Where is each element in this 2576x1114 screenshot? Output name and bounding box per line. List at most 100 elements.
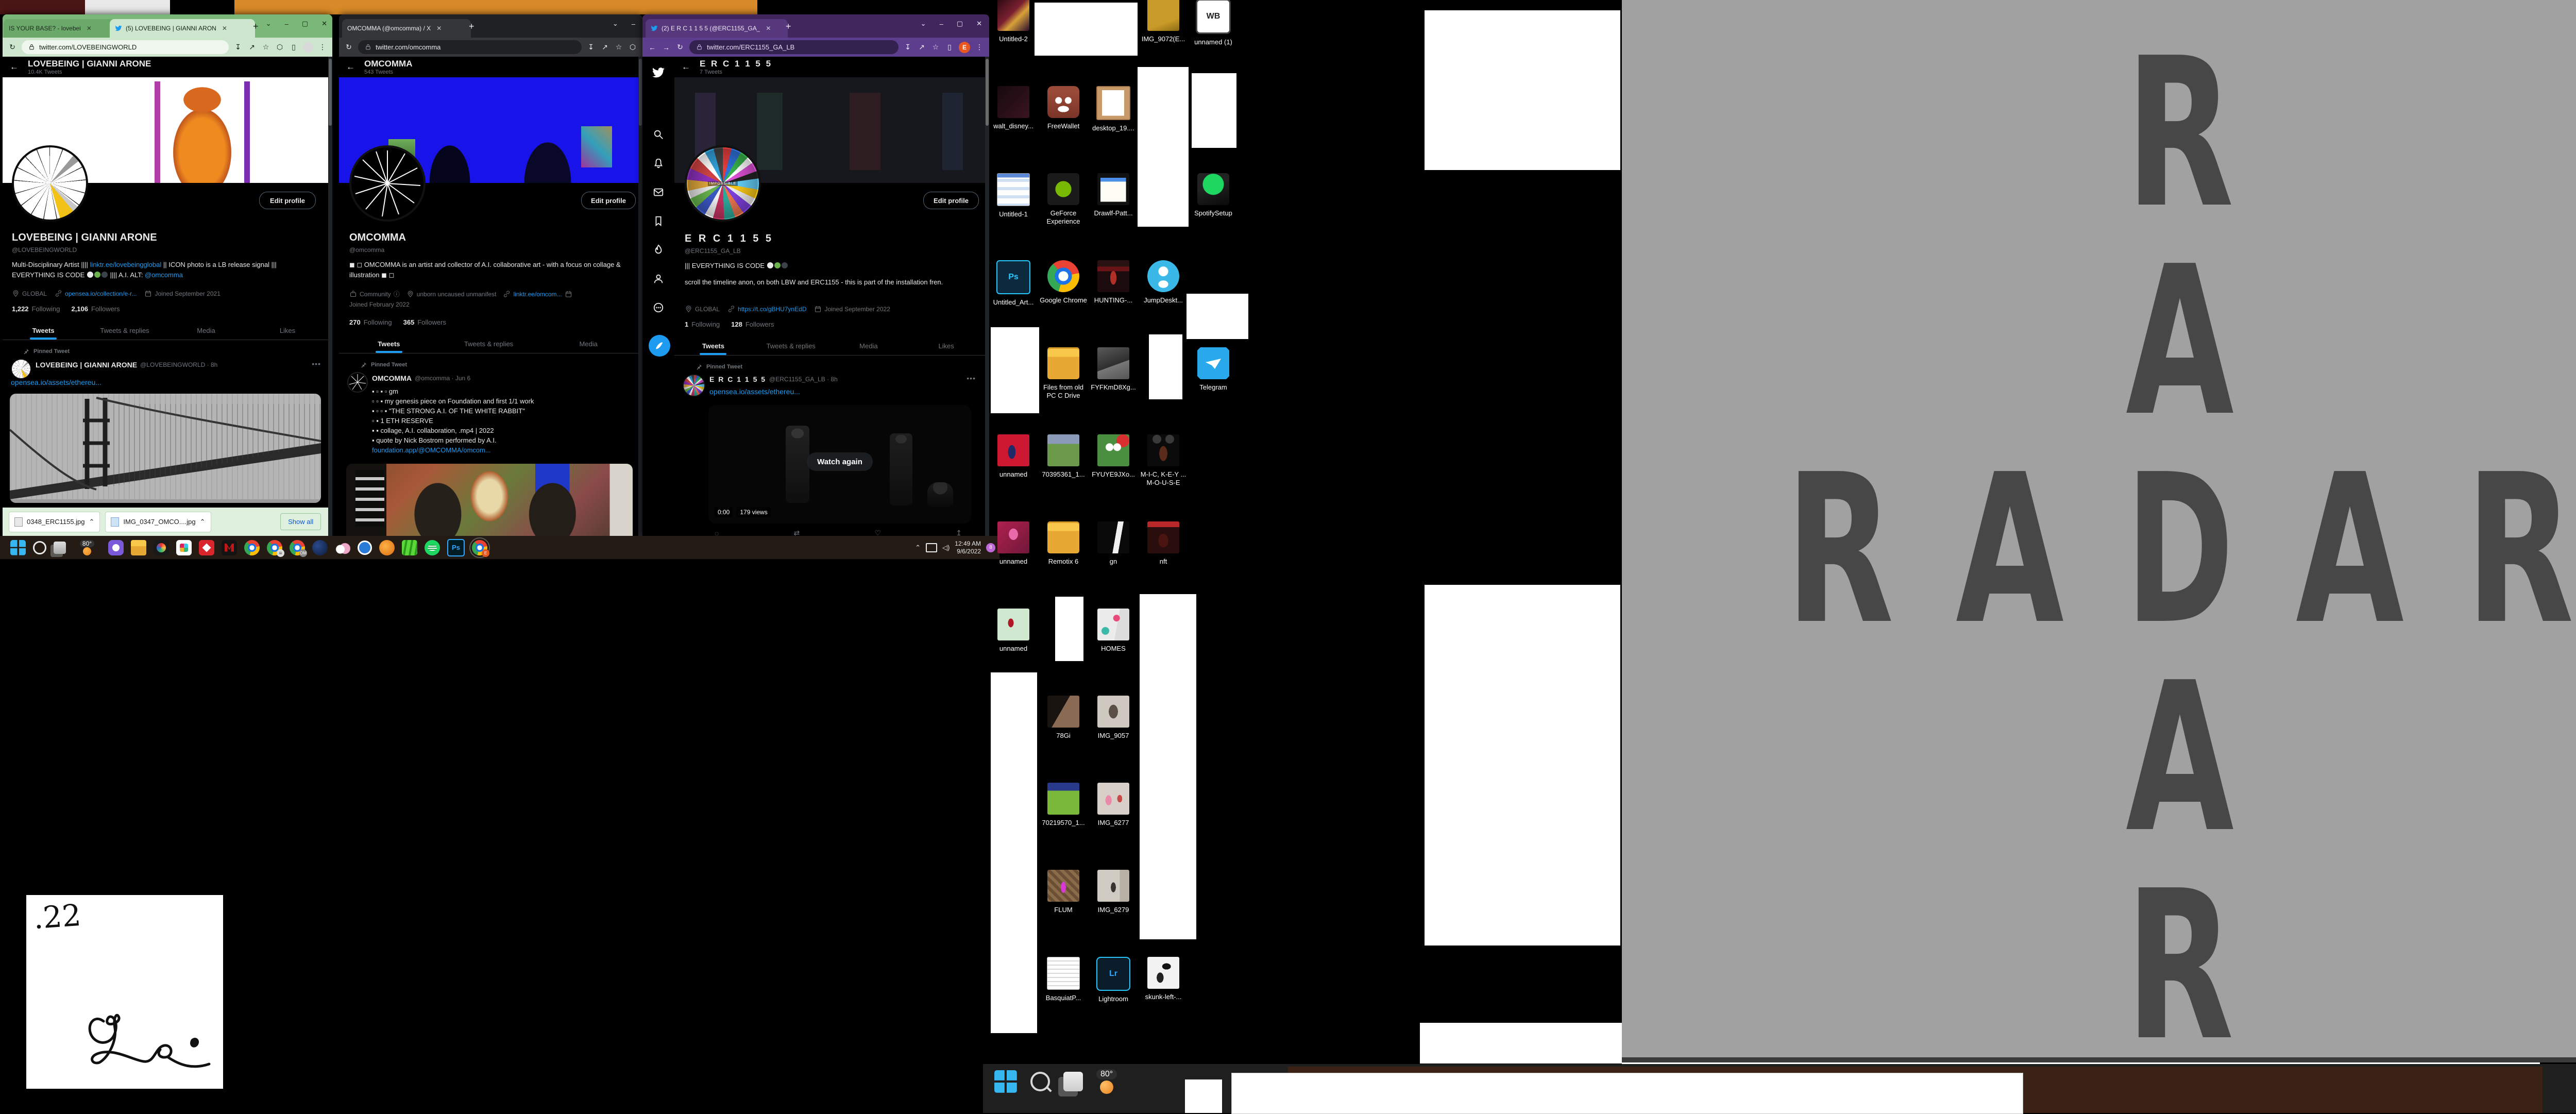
website-link[interactable]: opensea.io/collection/e-r...: [65, 290, 137, 297]
tweet-image-collage[interactable]: [346, 464, 633, 536]
desktop-icon[interactable]: unnamed: [989, 609, 1038, 653]
desktop-icon[interactable]: unnamed: [989, 521, 1038, 566]
tweet-more-icon[interactable]: •••: [312, 360, 321, 368]
tab-active[interactable]: (5) LOVEBEING | GIANNI ARON ✕: [110, 19, 255, 38]
desktop-icon[interactable]: HUNTING-...: [1089, 260, 1138, 305]
close-button[interactable]: ✕: [321, 20, 327, 28]
desktop-icon[interactable]: Files from old PC C Drive: [1039, 347, 1088, 400]
desktop-icon[interactable]: 70395361_1...: [1039, 434, 1088, 479]
tab-close-icon[interactable]: ✕: [87, 25, 92, 32]
desktop-icon[interactable]: 78Gi: [1039, 696, 1088, 740]
info-icon[interactable]: ⓘ: [394, 290, 400, 298]
back-arrow-icon[interactable]: ←: [346, 62, 355, 72]
tab-media[interactable]: Media: [165, 322, 247, 340]
address-bar[interactable]: twitter.com/ERC1155_GA_LB: [689, 40, 899, 54]
lime-app-icon[interactable]: [402, 540, 417, 555]
tab-search-chevron-icon[interactable]: ⌄: [921, 20, 926, 28]
sidebar-icon[interactable]: ▯: [289, 43, 298, 52]
edit-profile-button[interactable]: Edit profile: [923, 192, 979, 209]
chat-app-icon[interactable]: [108, 540, 124, 555]
tab-tweets-replies[interactable]: Tweets & replies: [84, 322, 165, 340]
website-link[interactable]: linktr.ee/omcom...: [513, 291, 562, 298]
desktop-icon[interactable]: LrLightroom: [1089, 957, 1138, 1003]
menu-kebab-icon[interactable]: ⋮: [318, 43, 327, 52]
desktop-icon[interactable]: unnamed: [989, 434, 1038, 479]
desktop-icon[interactable]: IMG_9057: [1089, 696, 1138, 740]
start-button[interactable]: [994, 1070, 1017, 1093]
more-circle-icon[interactable]: [653, 302, 664, 313]
following-label[interactable]: Following: [364, 318, 392, 326]
slack-icon[interactable]: [176, 540, 192, 555]
tweet-link[interactable]: opensea.io/assets/ethereu...: [11, 378, 101, 386]
extensions-puzzle-icon[interactable]: ⬡: [275, 43, 284, 52]
desktop-icon[interactable]: Remotix 6: [1039, 521, 1088, 566]
file-explorer-icon[interactable]: [131, 540, 146, 555]
tab-tweets[interactable]: Tweets: [674, 337, 752, 355]
tab-search-chevron-icon[interactable]: ⌄: [613, 20, 618, 28]
tab-active[interactable]: (2) E R C 1 1 5 5 (@ERC1155_GA_ ✕: [646, 19, 788, 38]
search-icon[interactable]: [1030, 1072, 1050, 1091]
desktop-icon[interactable]: nft: [1139, 521, 1188, 566]
following-count[interactable]: 1,222: [12, 305, 29, 313]
taskbar-white-overlay-window[interactable]: [1231, 1073, 2023, 1114]
close-button[interactable]: ✕: [976, 20, 982, 28]
search-icon[interactable]: [33, 541, 46, 554]
bookmark-star-icon[interactable]: ☆: [614, 43, 623, 52]
desktop-icon[interactable]: FreeWallet: [1039, 86, 1088, 130]
followers-count[interactable]: 365: [403, 318, 415, 326]
desktop-icon[interactable]: WBunnamed (1): [1189, 0, 1238, 46]
profile-person-icon[interactable]: [653, 273, 664, 284]
tweet-link[interactable]: opensea.io/assets/ethereu...: [709, 387, 800, 396]
new-tab-button[interactable]: +: [786, 22, 791, 31]
desktop-icon[interactable]: desktop_19....: [1089, 86, 1138, 132]
weather-widget[interactable]: 80°: [73, 540, 101, 555]
following-label[interactable]: Following: [32, 305, 60, 313]
inner-clock[interactable]: 12:49 AM 9/6/2022: [955, 540, 981, 555]
show-all-button[interactable]: Show all: [280, 513, 321, 530]
desktop-icon[interactable]: M-I-C, K-E-Y ... M-O-U-S-E: [1139, 434, 1188, 487]
desktop-icon[interactable]: Telegram: [1189, 347, 1238, 392]
tweet-more-icon[interactable]: •••: [967, 374, 976, 382]
desktop-icon[interactable]: Drawlf-Patt...: [1089, 173, 1138, 217]
red-diamond-app-icon[interactable]: [199, 540, 214, 555]
desktop-icon[interactable]: gn: [1089, 521, 1138, 566]
bio-mention-link[interactable]: @omcomma: [145, 271, 183, 279]
desktop-icon[interactable]: FYFKmD8Xg...: [1089, 347, 1138, 392]
tab-close-icon[interactable]: ✕: [222, 25, 227, 32]
address-bar[interactable]: twitter.com/omcomma: [358, 40, 582, 54]
bookmarks-icon[interactable]: [653, 215, 664, 227]
tab-likes[interactable]: Likes: [907, 337, 985, 355]
tab-media[interactable]: Media: [538, 335, 638, 353]
tweet-avatar[interactable]: [11, 359, 31, 379]
desktop-icon[interactable]: FYUYE9JXo...: [1089, 434, 1138, 479]
tweet-avatar[interactable]: [347, 372, 368, 393]
desktop-icon[interactable]: GeForce Experience: [1039, 173, 1088, 226]
photoshop-icon[interactable]: Ps: [447, 539, 465, 556]
twitter-bird-icon[interactable]: [652, 66, 665, 79]
reload-icon[interactable]: ↻: [675, 43, 685, 52]
background-window-tab[interactable]: [0, 0, 85, 14]
desktop-icon[interactable]: FLUM: [1039, 870, 1088, 914]
desktop-icon[interactable]: IMG_6277: [1089, 783, 1138, 827]
compose-tweet-button[interactable]: [649, 335, 670, 357]
tab-media[interactable]: Media: [830, 337, 908, 355]
tweet-link[interactable]: foundation.app/@OMCOMMA/omcom...: [372, 445, 630, 455]
desktop-icon[interactable]: SpotifySetup: [1189, 173, 1238, 217]
bookmark-star-icon[interactable]: ☆: [931, 43, 940, 52]
shield-m-app-icon[interactable]: [222, 540, 237, 555]
profile-avatar[interactable]: E: [959, 42, 970, 53]
desktop-icon[interactable]: Google Chrome: [1039, 260, 1088, 305]
scrollbar-thumb[interactable]: [639, 59, 642, 126]
taskbar-white-tile[interactable]: [1185, 1079, 1222, 1113]
browser-circle-icon[interactable]: [358, 541, 372, 555]
new-tab-button[interactable]: +: [469, 22, 474, 31]
desktop-icon[interactable]: walt_disney...: [989, 86, 1038, 130]
reload-icon[interactable]: ↻: [344, 43, 353, 52]
maximize-button[interactable]: ▢: [302, 20, 308, 28]
topics-flame-icon[interactable]: [653, 244, 664, 256]
cloud-app-icon[interactable]: [335, 540, 350, 555]
task-view-icon[interactable]: [54, 542, 66, 554]
tweet-author[interactable]: E R C 1 1 5 5: [709, 375, 766, 383]
fl-studio-icon[interactable]: [379, 540, 395, 555]
maximize-button[interactable]: ▢: [957, 20, 963, 28]
